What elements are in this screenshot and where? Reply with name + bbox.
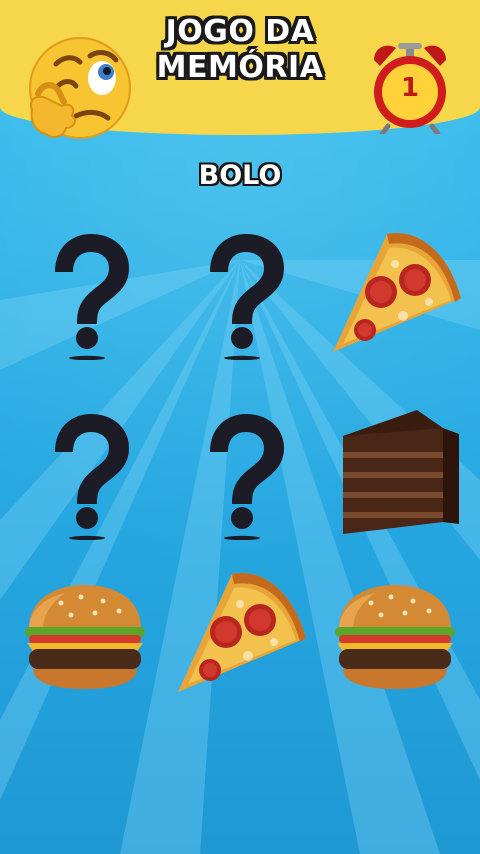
- memory-card-hidden[interactable]: [15, 400, 155, 540]
- hamburger-icon: [325, 565, 465, 705]
- memory-card-hidden[interactable]: [170, 400, 310, 540]
- pizza-slice-icon: [170, 560, 310, 700]
- question-mark-icon: [170, 220, 310, 360]
- timer-value: 1: [400, 73, 420, 103]
- memory-card-revealed[interactable]: [325, 220, 465, 360]
- chocolate-cake-slice-icon: [325, 400, 465, 540]
- memory-card-revealed[interactable]: [325, 565, 465, 705]
- thinking-face-emoji-icon: [29, 37, 131, 139]
- hamburger-icon: [15, 565, 155, 705]
- question-mark-icon: [15, 400, 155, 540]
- memory-card-revealed[interactable]: [15, 565, 155, 705]
- memory-card-hidden[interactable]: [170, 220, 310, 360]
- memory-card-hidden[interactable]: [15, 220, 155, 360]
- question-mark-icon: [170, 400, 310, 540]
- memory-card-revealed[interactable]: [170, 560, 310, 700]
- memory-card-revealed[interactable]: [325, 400, 465, 540]
- target-word: BOLO: [198, 160, 282, 191]
- question-mark-icon: [15, 220, 155, 360]
- pizza-slice-icon: [325, 220, 465, 360]
